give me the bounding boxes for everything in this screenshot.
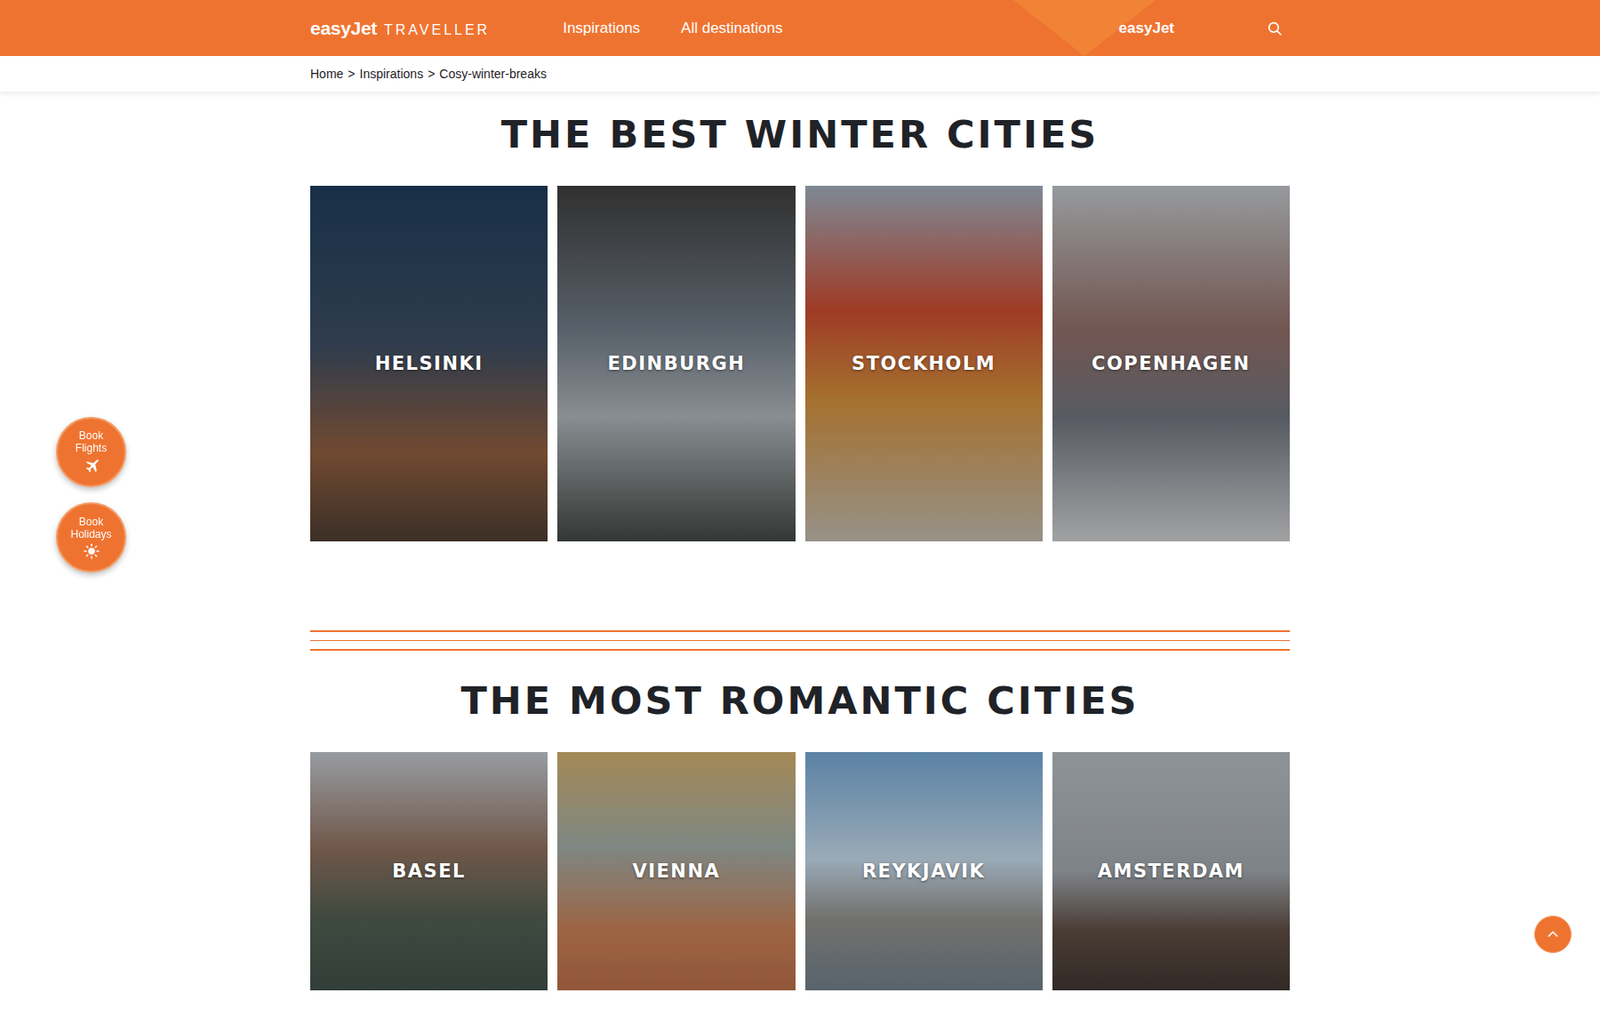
floating-book-button[interactable]: BookFlights xyxy=(56,416,127,488)
search-button[interactable] xyxy=(1266,20,1283,37)
city-name: AMSTERDAM xyxy=(1092,860,1250,882)
breadcrumb-separator: > xyxy=(347,66,355,81)
city-grid: HELSINKI EDINBURGH STOCKHOLM COPENHAGEN xyxy=(310,185,1290,542)
header-right: easyJet xyxy=(1119,19,1290,38)
nav-link[interactable]: Inspirations xyxy=(562,19,640,38)
city-name: VIENNA xyxy=(626,860,726,882)
search-icon xyxy=(1266,20,1283,37)
section-divider xyxy=(310,630,1290,651)
divider-line xyxy=(310,640,1290,642)
city-name: BASEL xyxy=(386,860,472,882)
button-label-line: Flights xyxy=(75,441,107,455)
breadcrumb-bar: Home>Inspirations>Cosy-winter-breaks xyxy=(0,56,1600,92)
top-bar-inner: easyJet TRAVELLER Inspirations All destinat… xyxy=(310,0,1290,56)
plane-icon xyxy=(82,456,101,475)
city-name: HELSINKI xyxy=(369,352,489,375)
divider-line xyxy=(310,648,1290,651)
breadcrumb-separator: > xyxy=(427,66,435,81)
page: easyJet TRAVELLER Inspirations All destinat… xyxy=(0,0,1600,1009)
city-name: EDINBURGH xyxy=(602,352,752,375)
nav-link[interactable]: All destinations xyxy=(680,19,783,38)
city-card[interactable]: COPENHAGEN xyxy=(1052,185,1290,542)
city-grid: BASEL VIENNA REYKJAVIK AMSTERDAM xyxy=(310,752,1290,991)
city-card[interactable]: BASEL xyxy=(310,752,548,991)
city-card[interactable]: VIENNA xyxy=(557,752,795,991)
scroll-top-button[interactable] xyxy=(1534,915,1572,953)
top-bar: easyJet TRAVELLER Inspirations All destinat… xyxy=(0,0,1600,56)
city-section: THE BEST WINTER CITIES HELSINKI EDINBURGH S… xyxy=(310,111,1290,542)
city-name: REYKJAVIK xyxy=(856,860,991,882)
button-label-line: Holidays xyxy=(70,528,112,541)
city-card[interactable]: HELSINKI xyxy=(310,185,548,542)
city-card[interactable]: REYKJAVIK xyxy=(805,752,1043,991)
sun-icon xyxy=(83,543,100,560)
floating-actions: BookFlightsBookHolidays xyxy=(56,416,127,573)
city-card[interactable]: STOCKHOLM xyxy=(805,185,1043,542)
logo-brand: easyJet xyxy=(310,17,377,40)
city-name: COPENHAGEN xyxy=(1086,352,1256,375)
divider-line xyxy=(310,630,1290,632)
city-card[interactable]: EDINBURGH xyxy=(557,185,795,542)
city-name: STOCKHOLM xyxy=(846,352,1001,375)
section-title: THE MOST ROMANTIC CITIES xyxy=(310,677,1290,724)
button-label-line: Book xyxy=(79,515,104,528)
main-nav: Inspirations All destinations xyxy=(562,19,783,38)
content: THE BEST WINTER CITIES HELSINKI EDINBURGH S… xyxy=(310,91,1290,1009)
breadcrumb: Home>Inspirations>Cosy-winter-breaks xyxy=(310,56,1290,92)
logo[interactable]: easyJet TRAVELLER xyxy=(310,17,490,40)
button-label-line: Book xyxy=(79,429,104,442)
breadcrumb-item[interactable]: Home xyxy=(310,66,344,81)
logo-product: TRAVELLER xyxy=(384,22,490,39)
city-card[interactable]: AMSTERDAM xyxy=(1052,752,1290,991)
section-title: THE BEST WINTER CITIES xyxy=(310,111,1290,158)
city-section: THE MOST ROMANTIC CITIES BASEL VIENNA REYKJ… xyxy=(310,630,1290,991)
breadcrumb-item[interactable]: Cosy-winter-breaks xyxy=(439,66,547,81)
brand-link[interactable]: easyJet xyxy=(1119,19,1175,38)
breadcrumb-item[interactable]: Inspirations xyxy=(360,66,424,81)
floating-book-button[interactable]: BookHolidays xyxy=(56,502,127,573)
chevron-up-icon xyxy=(1545,927,1560,942)
